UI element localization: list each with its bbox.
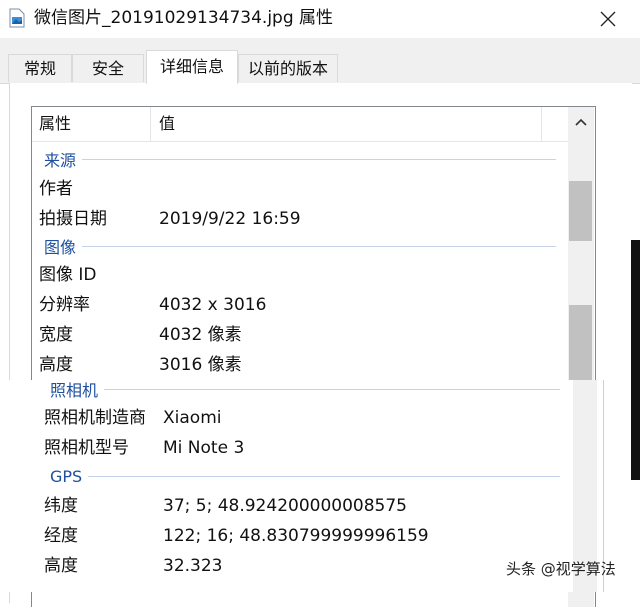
column-divider[interactable] <box>541 107 542 141</box>
title-bar: 微信图片_20191029134734.jpg 属性 <box>0 0 640 38</box>
group-gps: GPS <box>50 464 560 488</box>
tab-previous-versions[interactable]: 以前的版本 <box>238 54 338 82</box>
group-divider <box>88 475 560 477</box>
row-value: Xiaomi <box>163 408 222 428</box>
scroll-thumb[interactable] <box>569 181 592 241</box>
row-label: 照相机型号 <box>44 438 129 458</box>
group-camera: 照相机 <box>50 377 560 401</box>
column-value[interactable]: 值 <box>159 112 175 136</box>
row-label: 图像 ID <box>39 265 97 285</box>
watermark: 头条 @视学算法 <box>506 560 616 578</box>
group-label: GPS <box>50 466 83 486</box>
scroll-up-button[interactable] <box>568 107 594 137</box>
row-label: 分辨率 <box>39 295 90 315</box>
row-label: 高度 <box>39 355 73 375</box>
row-value: 4032 x 3016 <box>159 295 267 315</box>
group-divider <box>104 388 560 390</box>
tab-security[interactable]: 安全 <box>72 54 144 82</box>
scroll-thumb[interactable] <box>569 305 592 385</box>
row-label: 宽度 <box>39 325 73 345</box>
row-value: 4032 像素 <box>159 325 242 345</box>
row-label: 作者 <box>39 179 73 199</box>
row-value: 32.323 <box>163 556 223 576</box>
row-label: 照相机制造商 <box>44 408 146 428</box>
tab-strip: 常规 安全 详细信息 以前的版本 <box>0 38 640 84</box>
column-divider[interactable] <box>150 107 151 141</box>
group-divider <box>82 245 556 247</box>
row-label: 高度 <box>44 556 78 576</box>
row-label: 拍摄日期 <box>39 209 107 229</box>
row-value: 2019/9/22 16:59 <box>159 209 301 229</box>
row-value: Mi Note 3 <box>163 438 245 458</box>
row-value: 122; 16; 48.830799999996159 <box>163 526 429 546</box>
group-label: 图像 <box>44 238 77 257</box>
group-divider <box>82 158 556 160</box>
group-label: 来源 <box>44 151 77 170</box>
row-value: 37; 5; 48.924200000008575 <box>163 496 407 516</box>
tab-general[interactable]: 常规 <box>8 54 72 82</box>
row-label: 经度 <box>44 526 78 546</box>
group-image: 图像 <box>44 234 556 258</box>
image-file-icon <box>9 8 25 28</box>
window-edge <box>631 240 640 480</box>
column-header: 属性 值 <box>32 107 572 142</box>
window-title: 微信图片_20191029134734.jpg 属性 <box>34 8 334 28</box>
row-label: 纬度 <box>44 496 78 516</box>
column-property[interactable]: 属性 <box>39 112 71 136</box>
close-icon <box>600 11 616 27</box>
tab-details[interactable]: 详细信息 <box>146 50 238 84</box>
row-value: 3016 像素 <box>159 355 242 375</box>
chevron-up-icon <box>575 118 587 126</box>
group-source: 来源 <box>44 147 556 171</box>
group-label: 照相机 <box>50 381 99 400</box>
close-button[interactable] <box>590 2 626 36</box>
